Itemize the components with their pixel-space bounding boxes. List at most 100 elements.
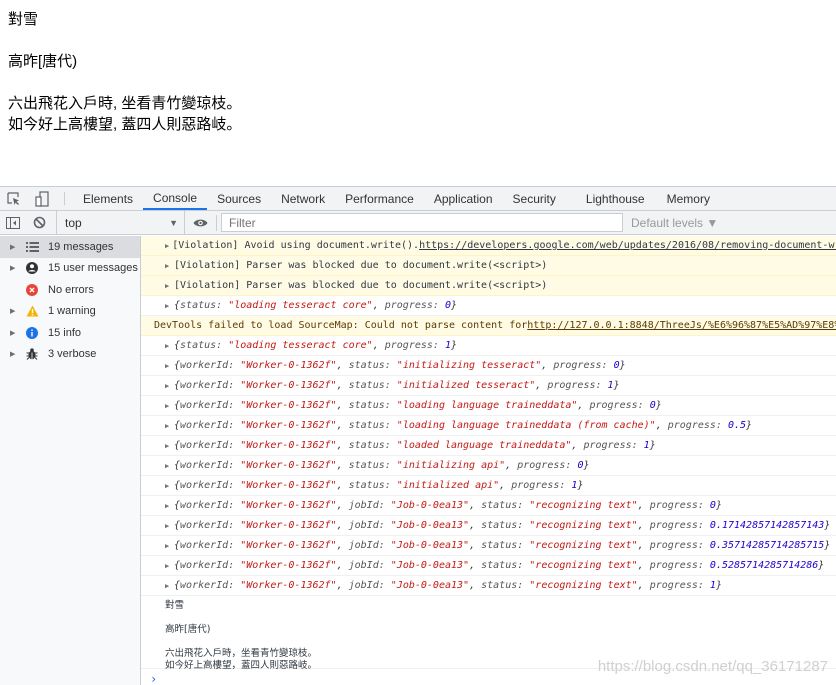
expand-arrow-icon[interactable]: ▶ xyxy=(165,262,171,270)
tab-memory[interactable]: Memory xyxy=(657,187,720,210)
log-workerid-value: "Worker-0-1362f" xyxy=(240,520,337,531)
console-log-object[interactable]: ▶ {workerId: "Worker-0-1362f", status: "i… xyxy=(141,356,836,376)
log-progress-value: 1 xyxy=(709,580,716,591)
expand-arrow-icon[interactable]: ▶ xyxy=(165,242,169,250)
log-workerid-value: "Worker-0-1362f" xyxy=(240,420,337,431)
expand-arrow-icon[interactable]: ▶ xyxy=(165,342,171,350)
sidebar-item-label: No errors xyxy=(48,283,94,296)
expand-arrow-icon[interactable]: ▶ xyxy=(165,482,171,490)
log-status-value: "recognizing text" xyxy=(529,580,638,591)
chevron-down-icon: ▼ xyxy=(169,217,178,228)
tab-performance[interactable]: Performance xyxy=(335,187,424,210)
console-log-object[interactable]: ▶ {workerId: "Worker-0-1362f", jobId: "Jo… xyxy=(141,516,836,536)
log-status-value: "recognizing text" xyxy=(529,520,638,531)
poem-author: 高昨[唐代) xyxy=(8,53,78,70)
log-status-value: "recognizing text" xyxy=(529,540,638,551)
console-message-violation[interactable]: ▶ [Violation] Parser was blocked due to … xyxy=(141,276,836,296)
log-status-value: "recognizing text" xyxy=(529,560,638,571)
log-progress-value: 1 xyxy=(571,480,578,491)
bug-icon xyxy=(24,348,40,361)
log-status-value: "loading language traineddata" xyxy=(396,400,578,411)
context-selector[interactable]: top ▼ xyxy=(56,210,184,235)
sidebar-item-user-messages[interactable]: ▶ 15 user messages xyxy=(0,258,140,280)
web-page-content: 對雪 高昨[唐代) 六出飛花入戶時, 坐看青竹變琼枝。 如今好上高樓望, 蓋四人… xyxy=(0,0,836,186)
expand-arrow-icon: ▶ xyxy=(10,351,16,359)
sidebar-item-info[interactable]: ▶ 15 info xyxy=(0,322,140,344)
log-status-value: "recognizing text" xyxy=(529,500,638,511)
console-log-object[interactable]: ▶ {workerId: "Worker-0-1362f", jobId: "Jo… xyxy=(141,556,836,576)
expand-arrow-icon[interactable]: ▶ xyxy=(165,562,171,570)
console-log-object[interactable]: ▶ {status: "loading tesseract core", pro… xyxy=(141,336,836,356)
expand-arrow-icon[interactable]: ▶ xyxy=(165,542,171,550)
tab-console[interactable]: Console xyxy=(143,187,208,210)
expand-arrow-icon[interactable]: ▶ xyxy=(165,302,171,310)
expand-arrow-icon[interactable]: ▶ xyxy=(165,502,171,510)
sidebar-item-label: 15 user messages xyxy=(48,262,138,275)
log-workerid-value: "Worker-0-1362f" xyxy=(240,580,337,591)
expand-arrow-icon[interactable]: ▶ xyxy=(165,442,171,450)
inspect-element-icon[interactable] xyxy=(0,187,28,210)
sidebar-item-errors[interactable]: No errors xyxy=(0,279,140,301)
device-toolbar-icon[interactable] xyxy=(28,187,56,210)
divider xyxy=(64,192,65,205)
tab-network[interactable]: Network xyxy=(271,187,335,210)
log-levels-dropdown[interactable]: Default levels ▼ xyxy=(631,216,718,230)
divider xyxy=(216,214,217,231)
expand-arrow-icon[interactable]: ▶ xyxy=(165,402,171,410)
console-log-object[interactable]: ▶ {workerId: "Worker-0-1362f", status: "l… xyxy=(141,396,836,416)
log-status-value: "initializing api" xyxy=(396,460,506,471)
log-workerid-value: "Worker-0-1362f" xyxy=(240,480,337,491)
tab-security[interactable]: Security xyxy=(503,187,566,210)
tab-sources[interactable]: Sources xyxy=(207,187,271,210)
toggle-sidebar-icon[interactable] xyxy=(0,211,26,235)
console-log-object[interactable]: ▶ {workerId: "Worker-0-1362f", jobId: "Jo… xyxy=(141,576,836,596)
log-progress-value: 0.5 xyxy=(727,420,747,431)
console-log-object[interactable]: ▶ {workerId: "Worker-0-1362f", status: "l… xyxy=(141,416,836,436)
expand-arrow-icon[interactable]: ▶ xyxy=(165,522,171,530)
expand-arrow-icon[interactable]: ▶ xyxy=(165,462,171,470)
clear-console-icon[interactable] xyxy=(26,211,52,235)
watermark: https://blog.csdn.net/qq_36171287 xyxy=(597,658,828,675)
log-progress-value: 0 xyxy=(649,400,656,411)
console-message-warning[interactable]: DevTools failed to load SourceMap: Could… xyxy=(141,316,836,336)
console-log-object[interactable]: ▶ {workerId: "Worker-0-1362f", jobId: "Jo… xyxy=(141,536,836,556)
sidebar-item-messages[interactable]: ▶ 19 messages xyxy=(0,236,140,258)
console-log-object[interactable]: ▶ {workerId: "Worker-0-1362f", status: "i… xyxy=(141,476,836,496)
error-icon xyxy=(24,283,40,296)
live-expression-eye-icon[interactable] xyxy=(184,210,216,235)
devtools-panel: Elements Console Sources Network Perform… xyxy=(0,186,836,685)
log-progress-value: 0.5285714285714286 xyxy=(709,560,819,571)
console-log-object[interactable]: ▶ {workerId: "Worker-0-1362f", status: "i… xyxy=(141,456,836,476)
tab-lighthouse[interactable]: Lighthouse xyxy=(566,187,657,210)
console-message-violation[interactable]: ▶ [Violation] Avoid using document.write… xyxy=(141,236,836,256)
expand-arrow-icon[interactable]: ▶ xyxy=(165,422,171,430)
list-icon xyxy=(24,240,40,253)
expand-arrow-icon[interactable]: ▶ xyxy=(165,282,171,290)
sidebar-item-label: 1 warning xyxy=(48,305,96,318)
log-progress-value: 0 xyxy=(577,460,584,471)
expand-arrow-icon[interactable]: ▶ xyxy=(165,382,171,390)
console-log-object[interactable]: ▶ {status: "loading tesseract core", pro… xyxy=(141,296,836,316)
expand-arrow-icon: ▶ xyxy=(10,329,16,337)
log-jobid-value: "Job-0-0ea13" xyxy=(390,520,470,531)
log-workerid-value: "Worker-0-1362f" xyxy=(240,500,337,511)
filter-input[interactable] xyxy=(221,213,623,232)
prompt-chevron-icon: › xyxy=(150,672,158,685)
log-workerid-value: "Worker-0-1362f" xyxy=(240,440,337,451)
ocr-author: 高昨[唐代) xyxy=(165,624,211,635)
log-workerid-value: "Worker-0-1362f" xyxy=(240,360,337,371)
expand-arrow-icon[interactable]: ▶ xyxy=(165,582,171,590)
tab-elements[interactable]: Elements xyxy=(73,187,143,210)
console-log-object[interactable]: ▶ {workerId: "Worker-0-1362f", jobId: "Jo… xyxy=(141,496,836,516)
sourcemap-link[interactable]: http://127.0.0.1:8848/ThreeJs/%E6%96%87%… xyxy=(527,320,836,331)
sidebar-item-warnings[interactable]: ▶ 1 warning xyxy=(0,301,140,323)
console-log-object[interactable]: ▶ {workerId: "Worker-0-1362f", status: "i… xyxy=(141,376,836,396)
sidebar-item-verbose[interactable]: ▶ 3 verbose xyxy=(0,344,140,366)
context-value: top xyxy=(65,215,82,230)
tab-application[interactable]: Application xyxy=(424,187,503,210)
console-log-object[interactable]: ▶ {workerId: "Worker-0-1362f", status: "l… xyxy=(141,436,836,456)
console-message-violation[interactable]: ▶ [Violation] Parser was blocked due to … xyxy=(141,256,836,276)
violation-link[interactable]: https://developers.google.com/web/update… xyxy=(419,240,836,251)
expand-arrow-icon[interactable]: ▶ xyxy=(165,362,171,370)
expand-arrow-icon: ▶ xyxy=(10,243,16,251)
